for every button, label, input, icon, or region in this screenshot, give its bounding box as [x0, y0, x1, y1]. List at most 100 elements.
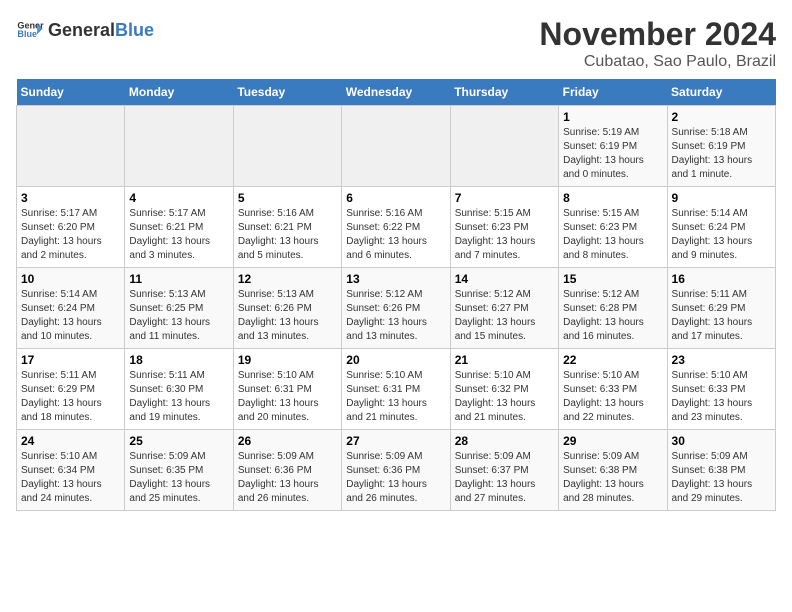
weekday-header-monday: Monday	[125, 79, 233, 106]
logo: General Blue GeneralBlue	[16, 16, 154, 44]
weekday-header-tuesday: Tuesday	[233, 79, 341, 106]
day-info: Sunrise: 5:12 AM Sunset: 6:26 PM Dayligh…	[346, 288, 445, 344]
day-number: 23	[672, 353, 771, 367]
calendar-cell: 15Sunrise: 5:12 AM Sunset: 6:28 PM Dayli…	[559, 268, 667, 349]
calendar-cell	[125, 106, 233, 187]
day-number: 2	[672, 110, 771, 124]
calendar-body: 1 Sunrise: 5:19 AM Sunset: 6:19 PM Daylig…	[17, 106, 776, 511]
calendar-cell: 14Sunrise: 5:12 AM Sunset: 6:27 PM Dayli…	[450, 268, 558, 349]
calendar-cell: 29Sunrise: 5:09 AM Sunset: 6:38 PM Dayli…	[559, 430, 667, 511]
day-number: 6	[346, 191, 445, 205]
day-info: Sunrise: 5:12 AM Sunset: 6:27 PM Dayligh…	[455, 288, 554, 344]
day-number: 21	[455, 353, 554, 367]
calendar-cell: 11 Sunrise: 5:13 AM Sunset: 6:25 PM Dayli…	[125, 268, 233, 349]
day-number: 26	[238, 434, 337, 448]
calendar-cell: 20Sunrise: 5:10 AM Sunset: 6:31 PM Dayli…	[342, 349, 450, 430]
calendar-cell: 2 Sunrise: 5:18 AM Sunset: 6:19 PM Daylig…	[667, 106, 775, 187]
day-number: 5	[238, 191, 337, 205]
day-number: 13	[346, 272, 445, 286]
calendar-cell: 3 Sunrise: 5:17 AM Sunset: 6:20 PM Daylig…	[17, 187, 125, 268]
calendar-cell: 17 Sunrise: 5:11 AM Sunset: 6:29 PM Dayli…	[17, 349, 125, 430]
day-info: Sunrise: 5:11 AM Sunset: 6:29 PM Dayligh…	[21, 369, 120, 425]
calendar-cell: 30 Sunrise: 5:09 AM Sunset: 6:38 PM Dayli…	[667, 430, 775, 511]
calendar-cell: 26 Sunrise: 5:09 AM Sunset: 6:36 PM Dayli…	[233, 430, 341, 511]
day-info: Sunrise: 5:17 AM Sunset: 6:21 PM Dayligh…	[129, 207, 228, 263]
logo-icon: General Blue	[16, 16, 44, 44]
day-number: 11	[129, 272, 228, 286]
svg-text:Blue: Blue	[17, 29, 37, 39]
day-number: 22	[563, 353, 662, 367]
day-info: Sunrise: 5:09 AM Sunset: 6:37 PM Dayligh…	[455, 450, 554, 506]
calendar-cell	[450, 106, 558, 187]
title-area: November 2024 Cubatao, Sao Paulo, Brazil	[539, 16, 776, 71]
day-number: 18	[129, 353, 228, 367]
day-number: 1	[563, 110, 662, 124]
day-info: Sunrise: 5:10 AM Sunset: 6:33 PM Dayligh…	[672, 369, 771, 425]
weekday-header-sunday: Sunday	[17, 79, 125, 106]
calendar-cell: 16 Sunrise: 5:11 AM Sunset: 6:29 PM Dayli…	[667, 268, 775, 349]
day-number: 27	[346, 434, 445, 448]
day-info: Sunrise: 5:16 AM Sunset: 6:22 PM Dayligh…	[346, 207, 445, 263]
day-info: Sunrise: 5:11 AM Sunset: 6:30 PM Dayligh…	[129, 369, 228, 425]
day-number: 4	[129, 191, 228, 205]
weekday-header-thursday: Thursday	[450, 79, 558, 106]
calendar-cell: 18 Sunrise: 5:11 AM Sunset: 6:30 PM Dayli…	[125, 349, 233, 430]
day-info: Sunrise: 5:09 AM Sunset: 6:36 PM Dayligh…	[238, 450, 337, 506]
day-info: Sunrise: 5:13 AM Sunset: 6:25 PM Dayligh…	[129, 288, 228, 344]
calendar-cell: 24Sunrise: 5:10 AM Sunset: 6:34 PM Dayli…	[17, 430, 125, 511]
day-info: Sunrise: 5:10 AM Sunset: 6:33 PM Dayligh…	[563, 369, 662, 425]
header: General Blue GeneralBlue November 2024 C…	[16, 16, 776, 71]
day-info: Sunrise: 5:10 AM Sunset: 6:34 PM Dayligh…	[21, 450, 120, 506]
day-info: Sunrise: 5:14 AM Sunset: 6:24 PM Dayligh…	[21, 288, 120, 344]
day-info: Sunrise: 5:15 AM Sunset: 6:23 PM Dayligh…	[455, 207, 554, 263]
calendar-cell: 8Sunrise: 5:15 AM Sunset: 6:23 PM Daylig…	[559, 187, 667, 268]
calendar-cell	[233, 106, 341, 187]
day-info: Sunrise: 5:17 AM Sunset: 6:20 PM Dayligh…	[21, 207, 120, 263]
day-number: 10	[21, 272, 120, 286]
calendar-cell: 27 Sunrise: 5:09 AM Sunset: 6:36 PM Dayli…	[342, 430, 450, 511]
day-info: Sunrise: 5:18 AM Sunset: 6:19 PM Dayligh…	[672, 126, 771, 182]
day-info: Sunrise: 5:09 AM Sunset: 6:36 PM Dayligh…	[346, 450, 445, 506]
day-info: Sunrise: 5:09 AM Sunset: 6:38 PM Dayligh…	[563, 450, 662, 506]
day-number: 3	[21, 191, 120, 205]
calendar-cell: 28Sunrise: 5:09 AM Sunset: 6:37 PM Dayli…	[450, 430, 558, 511]
calendar-cell: 13 Sunrise: 5:12 AM Sunset: 6:26 PM Dayli…	[342, 268, 450, 349]
day-info: Sunrise: 5:09 AM Sunset: 6:35 PM Dayligh…	[129, 450, 228, 506]
day-number: 20	[346, 353, 445, 367]
day-info: Sunrise: 5:09 AM Sunset: 6:38 PM Dayligh…	[672, 450, 771, 506]
day-number: 7	[455, 191, 554, 205]
day-number: 17	[21, 353, 120, 367]
calendar-cell: 4 Sunrise: 5:17 AM Sunset: 6:21 PM Daylig…	[125, 187, 233, 268]
week-row-1: 3 Sunrise: 5:17 AM Sunset: 6:20 PM Daylig…	[17, 187, 776, 268]
calendar-cell: 5 Sunrise: 5:16 AM Sunset: 6:21 PM Daylig…	[233, 187, 341, 268]
calendar-cell	[17, 106, 125, 187]
day-number: 25	[129, 434, 228, 448]
week-row-3: 17 Sunrise: 5:11 AM Sunset: 6:29 PM Dayli…	[17, 349, 776, 430]
calendar-cell: 6 Sunrise: 5:16 AM Sunset: 6:22 PM Daylig…	[342, 187, 450, 268]
calendar-cell: 1 Sunrise: 5:19 AM Sunset: 6:19 PM Daylig…	[559, 106, 667, 187]
day-info: Sunrise: 5:16 AM Sunset: 6:21 PM Dayligh…	[238, 207, 337, 263]
calendar-table: SundayMondayTuesdayWednesdayThursdayFrid…	[16, 79, 776, 511]
calendar-cell: 22 Sunrise: 5:10 AM Sunset: 6:33 PM Dayli…	[559, 349, 667, 430]
week-row-0: 1 Sunrise: 5:19 AM Sunset: 6:19 PM Daylig…	[17, 106, 776, 187]
weekday-header-saturday: Saturday	[667, 79, 775, 106]
day-number: 8	[563, 191, 662, 205]
logo-blue: Blue	[115, 20, 154, 40]
day-info: Sunrise: 5:19 AM Sunset: 6:19 PM Dayligh…	[563, 126, 662, 182]
day-info: Sunrise: 5:11 AM Sunset: 6:29 PM Dayligh…	[672, 288, 771, 344]
weekday-header-row: SundayMondayTuesdayWednesdayThursdayFrid…	[17, 79, 776, 106]
calendar-cell	[342, 106, 450, 187]
week-row-2: 10 Sunrise: 5:14 AM Sunset: 6:24 PM Dayli…	[17, 268, 776, 349]
day-info: Sunrise: 5:13 AM Sunset: 6:26 PM Dayligh…	[238, 288, 337, 344]
calendar-cell: 10 Sunrise: 5:14 AM Sunset: 6:24 PM Dayli…	[17, 268, 125, 349]
day-info: Sunrise: 5:14 AM Sunset: 6:24 PM Dayligh…	[672, 207, 771, 263]
logo-general: General	[48, 20, 115, 40]
day-number: 16	[672, 272, 771, 286]
calendar-header: SundayMondayTuesdayWednesdayThursdayFrid…	[17, 79, 776, 106]
day-number: 30	[672, 434, 771, 448]
calendar-cell: 7 Sunrise: 5:15 AM Sunset: 6:23 PM Daylig…	[450, 187, 558, 268]
calendar-cell: 9Sunrise: 5:14 AM Sunset: 6:24 PM Daylig…	[667, 187, 775, 268]
calendar-cell: 21Sunrise: 5:10 AM Sunset: 6:32 PM Dayli…	[450, 349, 558, 430]
day-info: Sunrise: 5:12 AM Sunset: 6:28 PM Dayligh…	[563, 288, 662, 344]
weekday-header-wednesday: Wednesday	[342, 79, 450, 106]
